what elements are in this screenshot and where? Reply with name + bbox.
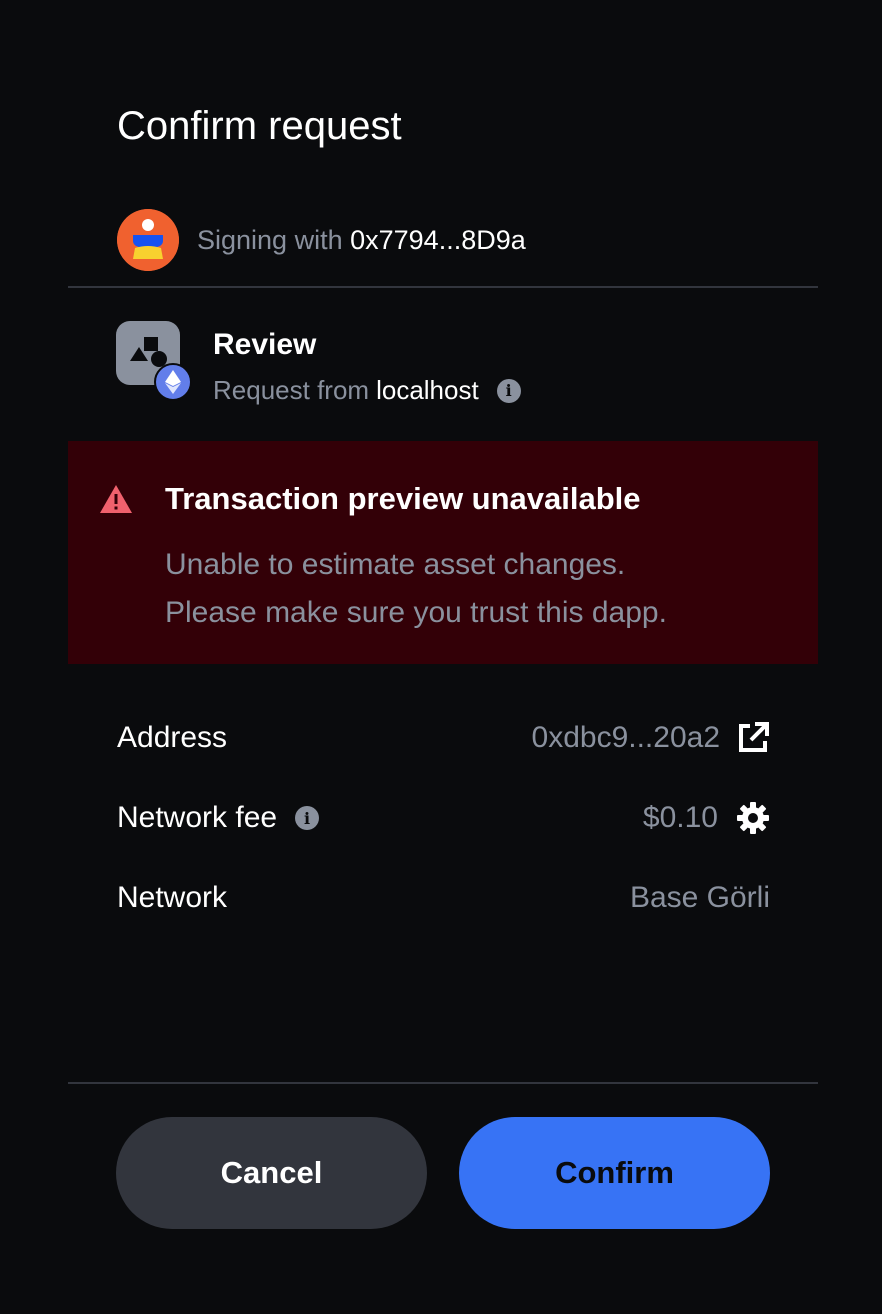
- signing-account: Signing with 0x7794...8D9a: [117, 209, 526, 271]
- gear-icon[interactable]: [736, 801, 770, 835]
- warning-banner: Transaction preview unavailable Unable t…: [68, 441, 818, 664]
- signing-label: Signing with 0x7794...8D9a: [197, 225, 526, 256]
- warning-body: Unable to estimate asset changes. Please…: [165, 541, 667, 637]
- network-fee-label: Network fee: [117, 801, 278, 834]
- confirm-button[interactable]: Confirm: [459, 1117, 770, 1229]
- signing-address: 0x7794...8D9a: [350, 224, 526, 255]
- cancel-button[interactable]: Cancel: [116, 1117, 427, 1229]
- warning-line-2: Please make sure you trust this dapp.: [165, 596, 667, 629]
- ethereum-icon: [154, 363, 192, 401]
- dapp-shapes-icon: [116, 321, 192, 401]
- review-section: Review Request from localhost i: [116, 321, 521, 406]
- address-row: Address 0xdbc9...20a2: [117, 718, 770, 758]
- network-row: Network Base Görli: [117, 878, 770, 918]
- request-source: Request from localhost i: [213, 375, 521, 406]
- page-title: Confirm request: [117, 104, 402, 148]
- network-fee-value: $0.10: [642, 801, 718, 834]
- review-text: Review Request from localhost i: [213, 321, 521, 406]
- divider: [68, 286, 818, 288]
- address-value-group: 0xdbc9...20a2: [532, 721, 770, 755]
- info-icon[interactable]: i: [496, 378, 521, 403]
- network-fee-value-group: $0.10: [643, 801, 770, 835]
- address-label: Address: [117, 721, 228, 754]
- network-fee-label-group: Network fee i: [117, 801, 320, 835]
- request-prefix: Request from: [213, 375, 370, 405]
- info-icon[interactable]: i: [295, 806, 320, 830]
- signing-prefix: Signing with: [197, 224, 343, 255]
- network-label: Network: [117, 881, 228, 914]
- address-value: 0xdbc9...20a2: [531, 721, 720, 754]
- warning-title: Transaction preview unavailable: [165, 481, 641, 516]
- request-host: localhost: [376, 375, 479, 405]
- warning-triangle-icon: [100, 485, 132, 513]
- user-avatar-icon: [117, 209, 179, 271]
- external-link-icon[interactable]: [736, 721, 770, 755]
- network-value: Base Görli: [629, 881, 770, 914]
- confirm-request-dialog: Confirm request Signing with 0x7794...8D…: [0, 0, 882, 1314]
- divider: [68, 1082, 818, 1084]
- warning-line-1: Unable to estimate asset changes.: [165, 548, 626, 581]
- review-title: Review: [213, 328, 317, 361]
- network-fee-row: Network fee i $0.10: [117, 798, 770, 838]
